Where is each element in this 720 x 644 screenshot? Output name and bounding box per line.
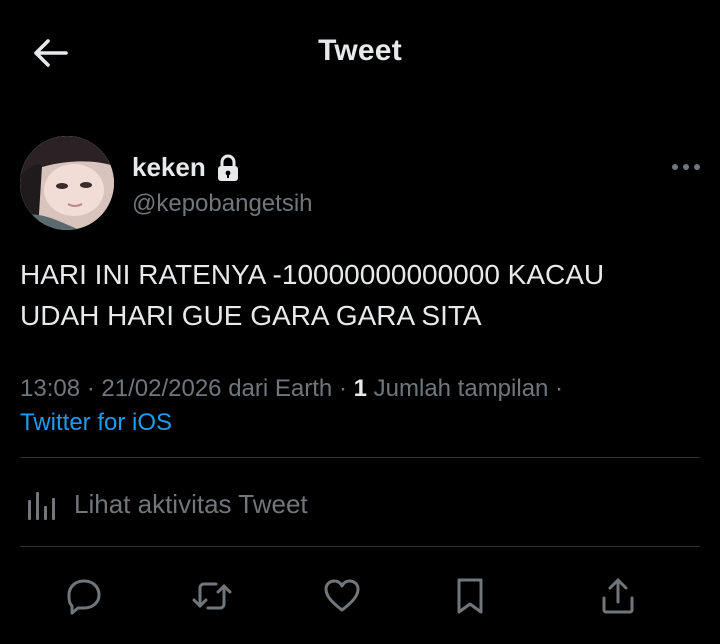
share-button[interactable] xyxy=(592,570,644,622)
avatar-photo xyxy=(20,136,114,230)
tweet-actions-bar xyxy=(20,570,700,622)
author-handle[interactable]: @kepobangetsih xyxy=(132,190,313,218)
meta-separator: · xyxy=(338,375,347,402)
divider xyxy=(20,546,700,547)
meta-separator: · xyxy=(555,375,564,402)
avatar[interactable] xyxy=(20,136,114,230)
like-button[interactable] xyxy=(316,570,368,622)
share-icon xyxy=(602,578,634,614)
page-title: Tweet xyxy=(318,34,402,67)
tweet-date[interactable]: 21/02/2026 xyxy=(101,375,221,402)
tweet-source-link[interactable]: Twitter for iOS xyxy=(20,409,172,436)
bookmark-button[interactable] xyxy=(444,570,496,622)
tweet-text-line-2: UDAH HARI GUE GARA GARA SITA xyxy=(20,300,482,331)
tweet-location: dari Earth xyxy=(228,375,333,402)
more-button[interactable] xyxy=(664,152,708,182)
reply-button[interactable] xyxy=(58,570,110,622)
tweet-text: HARI INI RATENYA -10000000000000 KACAU U… xyxy=(20,254,710,336)
heart-icon xyxy=(324,579,360,612)
views-label: Jumlah tampilan xyxy=(373,375,549,402)
meta-line-2: Twitter for iOS xyxy=(20,406,710,440)
bookmark-icon xyxy=(457,578,483,614)
view-tweet-activity-button[interactable]: Lihat aktivitas Tweet xyxy=(24,484,308,524)
author-name-row[interactable]: keken xyxy=(132,152,240,183)
retweet-button[interactable] xyxy=(186,570,238,622)
tweet-meta: 13:08 · 21/02/2026 dari Earth · 1 Jumlah… xyxy=(20,372,710,440)
tweet-text-line-1: HARI INI RATENYA -10000000000000 KACAU xyxy=(20,259,605,290)
views-count: 1 xyxy=(353,375,367,402)
meta-line-1: 13:08 · 21/02/2026 dari Earth · 1 Jumlah… xyxy=(20,372,710,406)
meta-separator: · xyxy=(86,375,95,402)
analytics-icon xyxy=(28,492,55,520)
tweet-time[interactable]: 13:08 xyxy=(20,375,80,402)
divider xyxy=(20,457,700,458)
more-horizontal-icon xyxy=(672,164,700,170)
lock-icon xyxy=(217,154,238,181)
author-name: keken xyxy=(132,152,206,182)
activity-label: Lihat aktivitas Tweet xyxy=(74,488,308,519)
reply-icon xyxy=(67,579,101,615)
retweet-icon xyxy=(192,582,232,610)
